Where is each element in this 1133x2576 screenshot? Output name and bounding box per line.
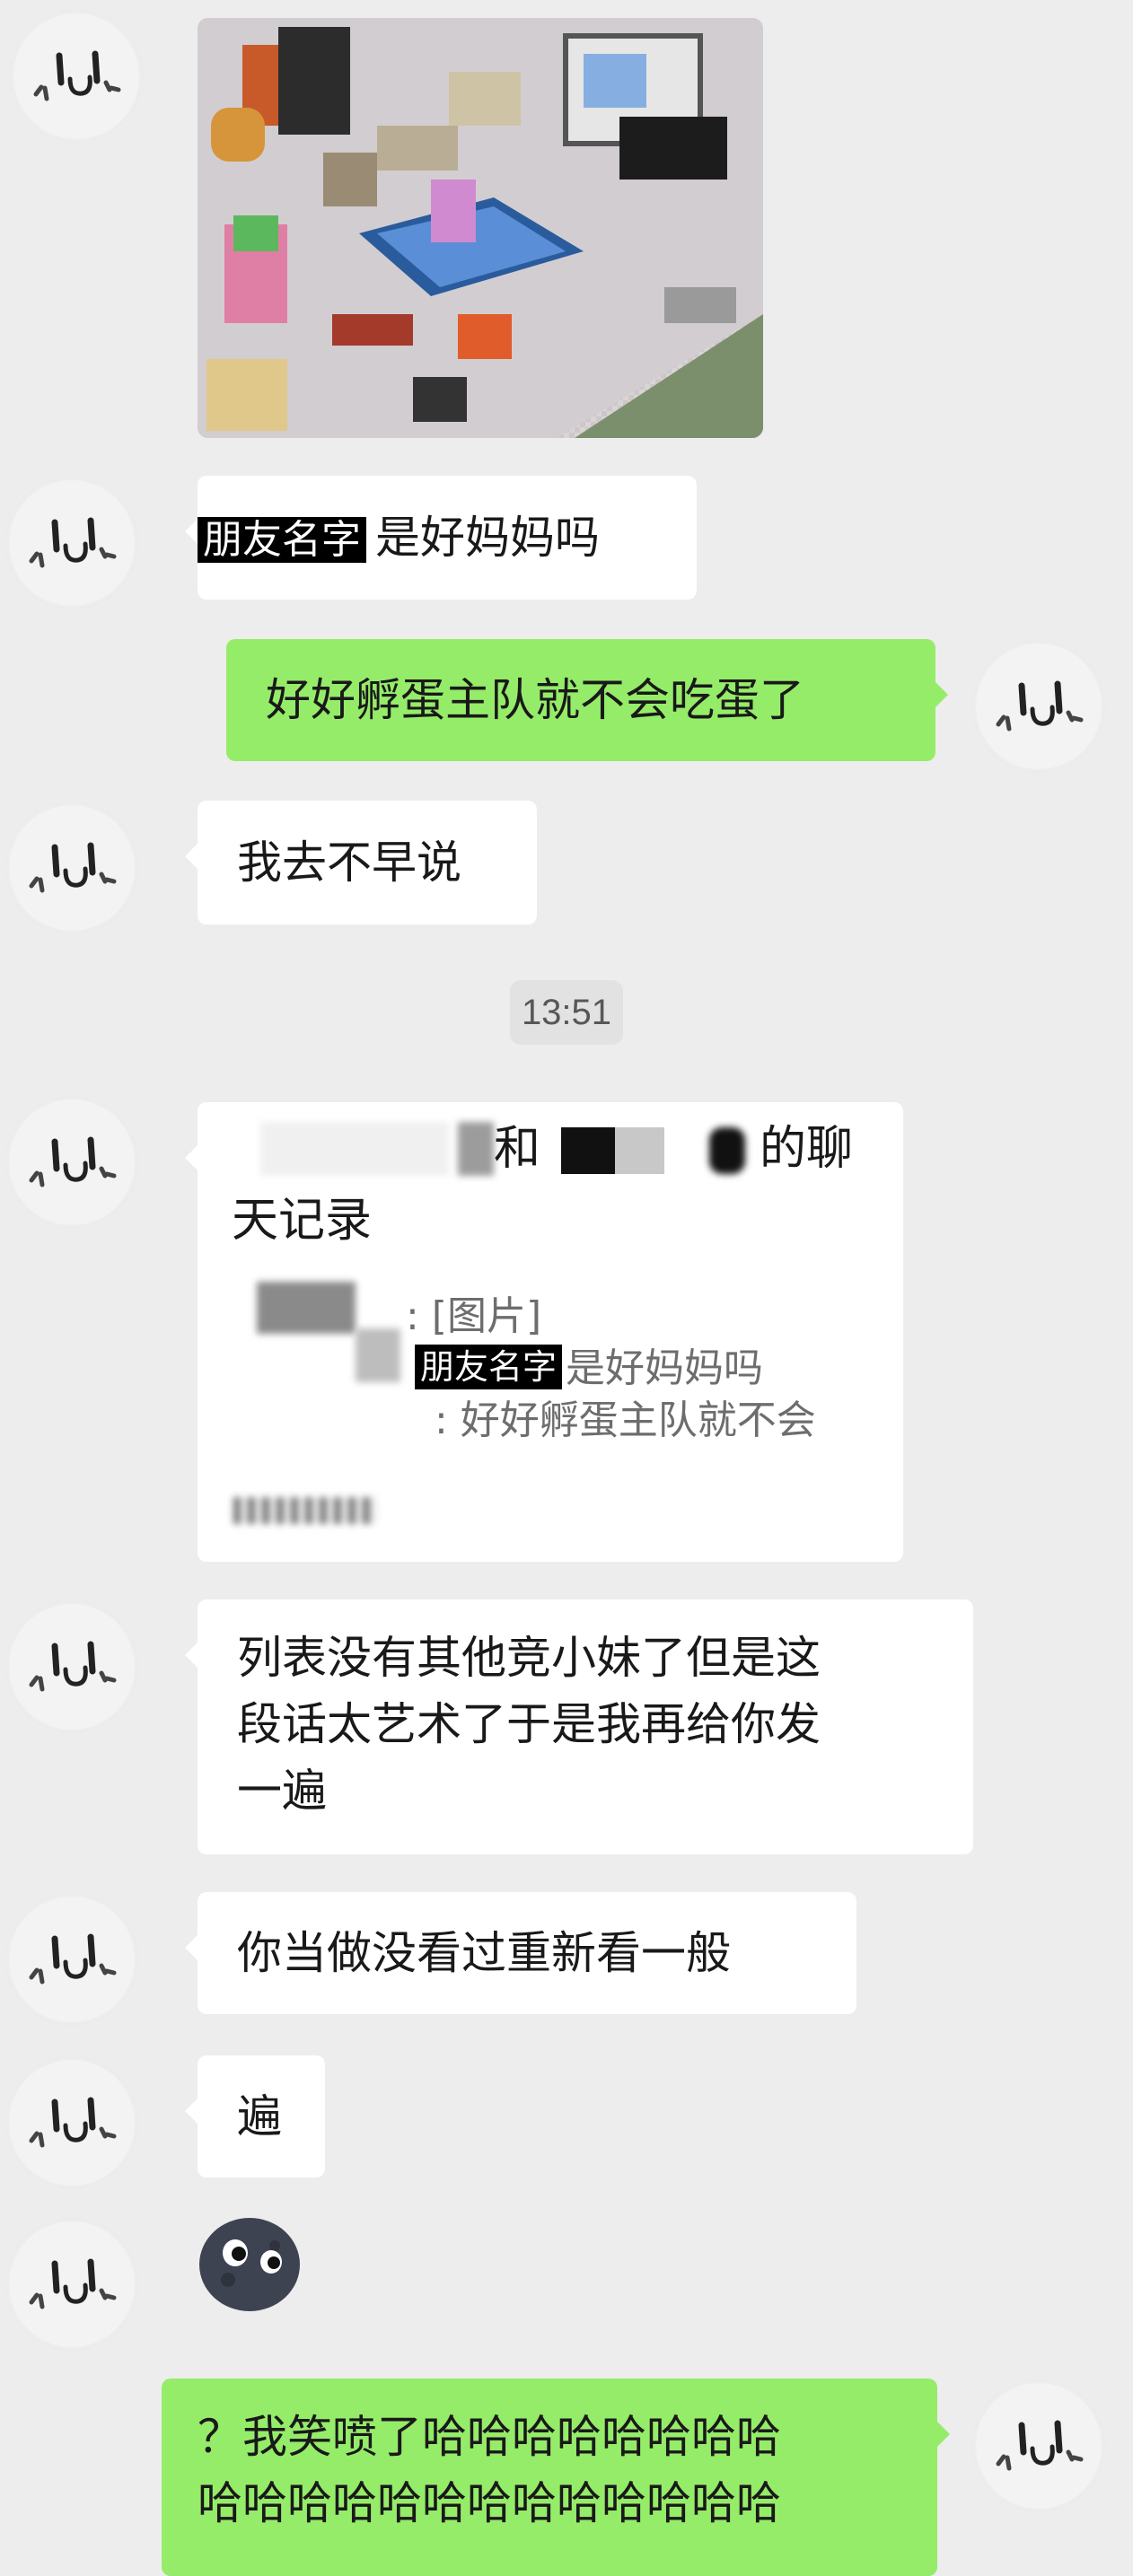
message-bubble[interactable]: 朋友名字 是好妈妈吗 <box>185 476 697 600</box>
message-text: 你当做没看过重新看一般 <box>237 1927 731 1979</box>
friend-avatar[interactable] <box>4 2055 139 2190</box>
message-text-line: 一遍 <box>237 1765 327 1817</box>
blurred-name <box>260 1122 449 1176</box>
message-bubble-outgoing[interactable]: 好好孵蛋主队就不会吃蛋了 <box>226 639 948 761</box>
friend-avatar[interactable] <box>4 1095 139 1230</box>
message-text: 是好妈妈吗 <box>375 512 600 564</box>
message-text-line: 段话太艺术了于是我再给你发 <box>237 1698 821 1750</box>
my-avatar[interactable] <box>971 639 1106 774</box>
chat-record-line: : 好好孵蛋主队就不会 <box>435 1398 816 1443</box>
message-text-line: 列表没有其他竞小妹了但是这 <box>237 1632 821 1684</box>
message-bubble[interactable]: 遍 <box>185 2055 325 2177</box>
blurred-avatar <box>356 1328 400 1382</box>
friend-avatar[interactable] <box>4 1599 139 1734</box>
dark-moon-face-emoji-icon[interactable] <box>198 2215 302 2314</box>
redacted-name-label: 朋友名字 <box>198 517 366 563</box>
message-text: 遍 <box>237 2090 282 2142</box>
blurred-avatar <box>257 1282 356 1334</box>
forwarded-chat-record[interactable]: 和 的聊 天记录 : [图片] 朋友名字 是好妈妈吗 : 好好孵蛋主队就不会 <box>185 1102 903 1562</box>
friend-avatar[interactable] <box>4 2217 139 2352</box>
friend-avatar[interactable] <box>4 476 139 610</box>
blurred-source <box>233 1497 377 1524</box>
message-text-line: 哈哈哈哈哈哈哈哈哈哈哈哈哈 <box>198 2477 781 2529</box>
chat-record-line: 是好妈妈吗 <box>566 1345 763 1391</box>
blurred-name <box>561 1127 615 1174</box>
message-bubble[interactable]: 列表没有其他竞小妹了但是这 段话太艺术了于是我再给你发 一遍 <box>185 1599 973 1854</box>
message-text-line: ？我笑喷了哈哈哈哈哈哈哈哈 <box>198 2411 781 2463</box>
blurred-name <box>709 1127 745 1174</box>
friend-avatar[interactable] <box>9 9 144 144</box>
timestamp-label: 13:51 <box>510 980 623 1045</box>
message-bubble[interactable]: 我去不早说 <box>185 801 537 924</box>
friend-avatar[interactable] <box>4 801 139 935</box>
blurred-name <box>615 1127 664 1174</box>
shared-image[interactable] <box>198 18 763 438</box>
message-text: 我去不早说 <box>237 837 461 889</box>
message-bubble[interactable]: 你当做没看过重新看一般 <box>185 1892 856 2014</box>
my-avatar[interactable] <box>971 2379 1106 2513</box>
message-bubble-outgoing[interactable]: ？我笑喷了哈哈哈哈哈哈哈哈 哈哈哈哈哈哈哈哈哈哈哈哈哈 <box>162 2379 950 2576</box>
chat-record-title-connector: 和 <box>494 1122 541 1176</box>
chat-record-title-suffix: 的聊 <box>760 1122 854 1176</box>
chat-record-title-line2: 天记录 <box>232 1194 373 1248</box>
message-text: 好好孵蛋主队就不会吃蛋了 <box>266 674 804 726</box>
blurred-name <box>458 1122 494 1176</box>
friend-avatar[interactable] <box>4 1892 139 2027</box>
chat-record-redacted-name: 朋友名字 <box>415 1345 563 1389</box>
chat-record-line: : [图片] <box>406 1293 542 1339</box>
